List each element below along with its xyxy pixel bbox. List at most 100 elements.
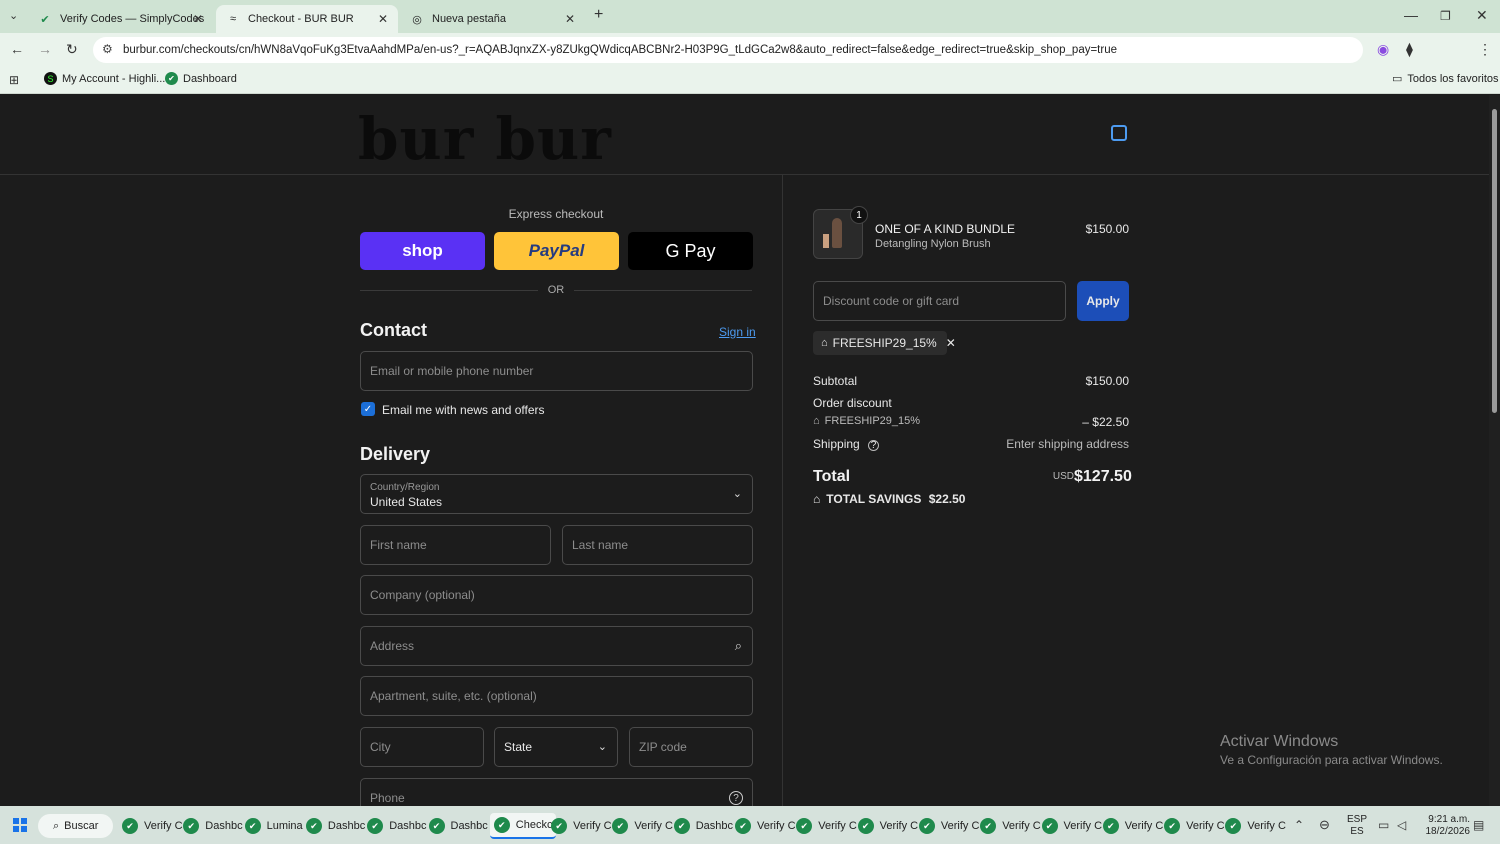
remove-code-icon[interactable]: ✕ <box>946 336 956 350</box>
site-info-icon[interactable]: ⚙ <box>102 42 113 56</box>
taskbar-app-button[interactable]: ✔ Dashbc <box>305 813 366 839</box>
windows-start-icon[interactable] <box>13 818 27 832</box>
close-tab-icon[interactable]: ✕ <box>193 12 203 26</box>
phone-field[interactable]: Phone ? <box>360 778 753 806</box>
taskbar-app-button[interactable]: ✔ Verify C <box>1102 813 1163 839</box>
close-window-icon[interactable]: ✕ <box>1476 8 1488 22</box>
notification-icon[interactable]: ▤ <box>1473 818 1484 832</box>
new-tab-icon[interactable]: + <box>594 7 603 23</box>
country-value: United States <box>370 494 443 509</box>
app-favicon-icon: ✔ <box>980 818 997 834</box>
paypal-button[interactable]: PayPal <box>494 232 619 270</box>
app-favicon-icon: ✔ <box>918 818 935 834</box>
country-select[interactable]: Country/Region United States ⌄ <box>360 474 753 514</box>
taskbar-app-label: Dashbc <box>205 820 243 832</box>
bookmark-label: My Account - Highli... <box>62 72 166 85</box>
dashboard-favicon-icon: ✔ <box>165 72 178 85</box>
volume-icon[interactable]: ◁ <box>1397 818 1406 832</box>
state-select[interactable]: State ⌄ <box>494 727 618 767</box>
last-name-field[interactable]: Last name <box>562 525 753 565</box>
taskbar-app-button[interactable]: ✔ Verify C <box>857 813 918 839</box>
display-icon[interactable]: ▭ <box>1378 818 1389 832</box>
city-field[interactable]: City <box>360 727 484 767</box>
apply-button[interactable]: Apply <box>1077 281 1129 321</box>
zip-field[interactable]: ZIP code <box>629 727 753 767</box>
app-favicon-icon: ✔ <box>428 818 445 834</box>
company-field[interactable]: Company (optional) <box>360 575 753 615</box>
discount-code-field[interactable]: Discount code or gift card <box>813 281 1066 321</box>
google-pay-button[interactable]: G Pay <box>628 232 753 270</box>
language-indicator[interactable]: ESP ES <box>1347 814 1367 838</box>
apartment-field[interactable]: Apartment, suite, etc. (optional) <box>360 676 753 716</box>
restore-icon[interactable]: ❐ <box>1440 9 1451 23</box>
email-field[interactable]: Email or mobile phone number <box>360 351 753 391</box>
taskbar-app-button[interactable]: ✔ Lumina <box>244 813 303 839</box>
all-bookmarks[interactable]: ▭ Todos los favoritos <box>1392 72 1499 86</box>
taskbar-app-label: Dashbc <box>327 820 366 832</box>
tab-new[interactable]: ◎ Nueva pestaña ✕ <box>400 5 585 33</box>
tab-verify-codes[interactable]: ✔ Verify Codes — SimplyCodes ✕ <box>28 5 213 33</box>
taskbar: ⌕ Buscar ✔ Verify C ✔ Dashbc ✔ Lumina ✔ Dashbc ✔… <box>0 806 1500 844</box>
scrollbar-thumb[interactable] <box>1492 109 1497 413</box>
tab-search-icon[interactable]: ⌄ <box>9 9 18 23</box>
taskbar-search[interactable]: ⌕ Buscar <box>38 814 113 838</box>
shop-pay-button[interactable]: shop <box>360 232 485 270</box>
activation-watermark-title: Activar Windows <box>1220 733 1339 750</box>
taskbar-app-button[interactable]: ✔ Dashbc <box>367 813 426 839</box>
clock[interactable]: 9:21 a.m. 18/2/2026 <box>1418 814 1471 838</box>
taskbar-app-button[interactable]: ✔ Verify C <box>551 813 612 839</box>
taskbar-app-button[interactable]: ✔ Dashbc <box>183 813 243 839</box>
menu-icon[interactable]: ⋮ <box>1478 42 1492 56</box>
savings-value: $22.50 <box>928 492 966 506</box>
extension-orb-icon[interactable]: ◉ <box>1377 42 1389 56</box>
extensions-icon[interactable]: ⧫ <box>1406 42 1413 56</box>
network-icon[interactable]: ⊖ <box>1319 818 1330 832</box>
taskbar-app-button[interactable]: ✔ Verify C <box>122 813 183 839</box>
app-favicon-icon: ✔ <box>1102 818 1119 834</box>
address-field[interactable]: Address ⌕ <box>360 626 753 666</box>
page-scrollbar[interactable] <box>1489 95 1500 806</box>
back-icon[interactable]: ← <box>10 42 24 56</box>
tab-checkout[interactable]: ≈ Checkout - BUR BUR ✕ <box>216 5 398 33</box>
taskbar-app-button[interactable]: ✔ Checkc <box>489 813 557 839</box>
app-favicon-icon: ✔ <box>493 817 510 833</box>
address-bar[interactable]: ⚙ burbur.com/checkouts/cn/hWN8aVqoFuKg3E… <box>93 37 1363 63</box>
apps-grid-icon[interactable]: ⊞ <box>9 73 19 87</box>
shipping-help-icon[interactable]: ? <box>868 440 880 451</box>
taskbar-app-button[interactable]: ✔ Verify C <box>1041 813 1102 839</box>
cart-bag-icon[interactable] <box>1111 125 1127 141</box>
close-tab-icon[interactable]: ✕ <box>378 12 388 26</box>
close-tab-icon[interactable]: ✕ <box>565 12 575 26</box>
taskbar-app-button[interactable]: ✔ Verify C <box>735 813 796 839</box>
tab-title: Verify Codes — SimplyCodes <box>60 13 205 25</box>
taskbar-app-button[interactable]: ✔ Verify C <box>918 813 979 839</box>
reload-icon[interactable]: ↻ <box>66 42 78 56</box>
first-name-field[interactable]: First name <box>360 525 551 565</box>
forward-icon[interactable]: → <box>38 42 52 56</box>
app-favicon-icon: ✔ <box>1164 818 1181 834</box>
column-divider <box>782 175 783 806</box>
minimize-icon[interactable]: — <box>1404 8 1418 22</box>
taskbar-app-button[interactable]: ✔ Dashbc <box>673 813 733 839</box>
express-checkout-title: Express checkout <box>508 207 604 221</box>
help-icon[interactable]: ? <box>729 791 743 805</box>
taskbar-app-label: Verify C <box>144 820 183 832</box>
taskbar-app-label: Checkc <box>515 819 553 831</box>
taskbar-app-button[interactable]: ✔ Verify C <box>796 813 857 839</box>
clock-date: 18/2/2026 <box>1425 826 1471 837</box>
taskbar-app-button[interactable]: ✔ Verify C <box>980 813 1041 839</box>
newsletter-checkbox[interactable]: ✓ <box>361 402 375 416</box>
taskbar-app-button[interactable]: ✔ Verify C <box>1164 813 1225 839</box>
taskbar-app-button[interactable]: ✔ Dashbc <box>428 813 488 839</box>
bookmark-my-account[interactable]: S My Account - Highli... <box>44 72 165 85</box>
contact-title: Contact <box>360 320 427 340</box>
taskbar-app-button[interactable]: ✔ Verify C <box>1225 813 1286 839</box>
store-logo[interactable]: bur bur <box>358 105 612 173</box>
tray-chevron-icon[interactable]: ⌃ <box>1294 818 1304 832</box>
or-label: OR <box>547 284 565 296</box>
taskbar-app-label: Verify C <box>1002 820 1041 832</box>
taskbar-app-label: Dashbc <box>695 820 733 832</box>
sign-in-link[interactable]: Sign in <box>719 325 756 339</box>
taskbar-app-button[interactable]: ✔ Verify C <box>612 813 673 839</box>
bookmark-dashboard[interactable]: ✔ Dashboard <box>165 72 237 85</box>
